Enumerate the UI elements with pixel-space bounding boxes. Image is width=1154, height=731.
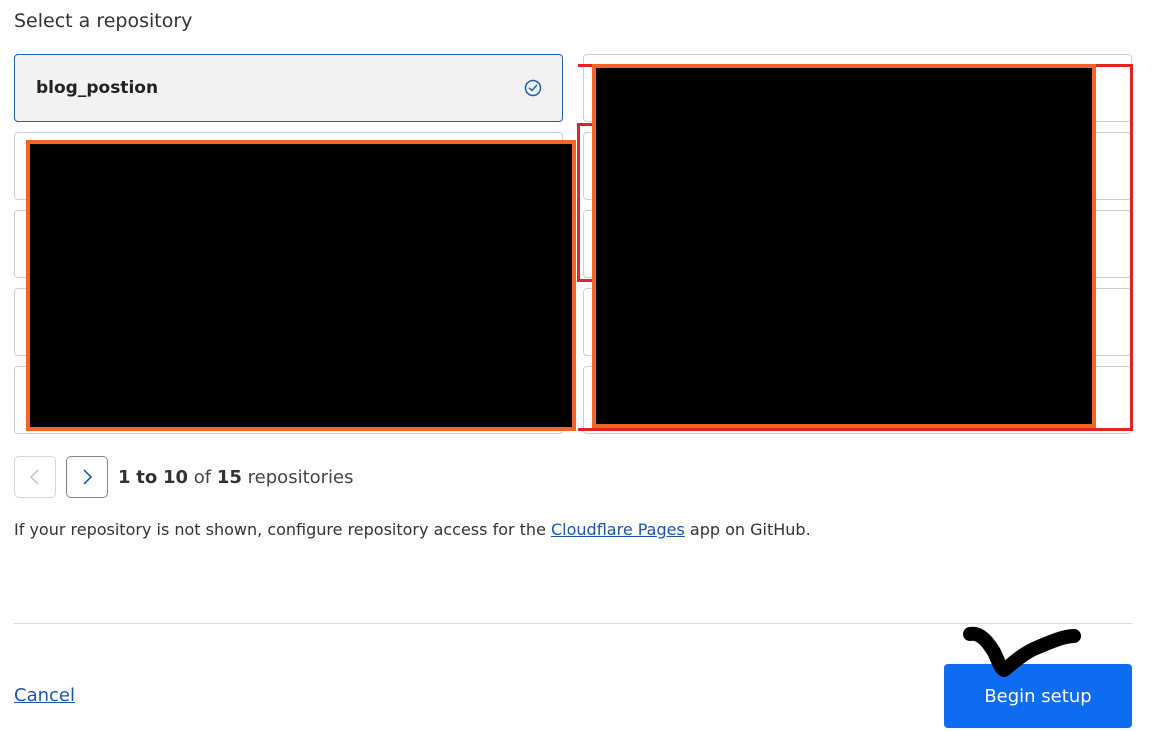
repo-card-selected[interactable]: blog_postion xyxy=(14,54,563,122)
previous-page-button[interactable] xyxy=(14,456,56,498)
repository-help-text: If your repository is not shown, configu… xyxy=(14,520,811,539)
repo-name: blog_postion xyxy=(36,78,159,98)
range-of: of xyxy=(193,466,212,488)
range-to: to xyxy=(136,466,158,488)
help-text-before: If your repository is not shown, configu… xyxy=(14,520,551,539)
range-total: 15 xyxy=(216,466,242,488)
checkmark-scribble xyxy=(963,626,1081,677)
cancel-link[interactable]: Cancel xyxy=(14,685,75,706)
pagination: 1 to 10 of 15 repositories xyxy=(14,456,354,498)
redacted-region xyxy=(592,64,1096,428)
cloudflare-pages-link[interactable]: Cloudflare Pages xyxy=(551,520,685,539)
repository-selection-page: Select a repository blog_postion 1 to 10… xyxy=(0,0,1154,731)
chevron-right-icon xyxy=(83,469,93,485)
section-title: Select a repository xyxy=(14,10,193,32)
chevron-left-icon xyxy=(29,469,39,485)
range-start: 1 xyxy=(118,466,131,488)
check-circle-icon xyxy=(524,79,542,97)
range-unit: repositories xyxy=(247,466,354,488)
next-page-button[interactable] xyxy=(66,456,108,498)
pagination-summary: 1 to 10 of 15 repositories xyxy=(118,467,354,488)
redacted-region xyxy=(26,140,576,431)
range-end: 10 xyxy=(162,466,189,488)
help-text-after: app on GitHub. xyxy=(684,520,811,539)
